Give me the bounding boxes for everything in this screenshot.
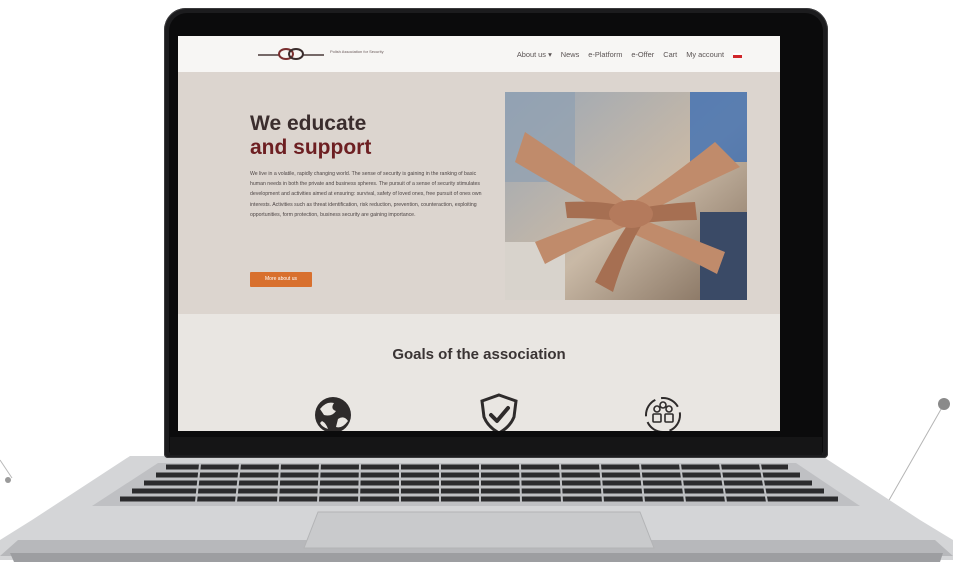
hero-title-line2: and support: [250, 136, 372, 159]
menu-label-about-us: About us: [516, 50, 546, 59]
globe-icon: [315, 397, 351, 431]
logo-text: Polish Association for Security: [330, 49, 384, 54]
menu-item-e-platform[interactable]: e-Platform: [588, 50, 622, 59]
top-navbar: Polish Association for Security About us…: [178, 36, 780, 72]
goals-title: Goals of the association: [392, 346, 566, 363]
menu-item-cart[interactable]: Cart: [663, 50, 677, 59]
website-screen: Polish Association for Security About us…: [178, 36, 780, 431]
laptop-scene: Polish Association for Security About us…: [0, 0, 953, 567]
language-flag-icon[interactable]: [733, 53, 742, 58]
shield-check-icon: [480, 393, 518, 431]
menu-item-e-offer[interactable]: e-Offer: [631, 50, 654, 59]
people-cycle-icon: [645, 397, 681, 431]
laptop-chin: [170, 437, 822, 455]
menu-item-news[interactable]: News: [561, 50, 579, 59]
association-logo[interactable]: [256, 46, 326, 62]
menu-item-about-us[interactable]: About us ▾: [517, 50, 552, 59]
hero-paragraph: We live in a volatile, rapidly changing …: [250, 171, 482, 218]
menu-item-my-account[interactable]: My account: [686, 50, 724, 59]
main-menu: About us ▾ News e-Platform e-Offer Cart …: [517, 50, 742, 59]
hero-title-line1: We educate: [250, 112, 367, 135]
more-about-us-button[interactable]: More about us: [250, 272, 312, 287]
hands-photo: [505, 92, 747, 300]
chevron-down-icon: ▾: [548, 50, 552, 59]
